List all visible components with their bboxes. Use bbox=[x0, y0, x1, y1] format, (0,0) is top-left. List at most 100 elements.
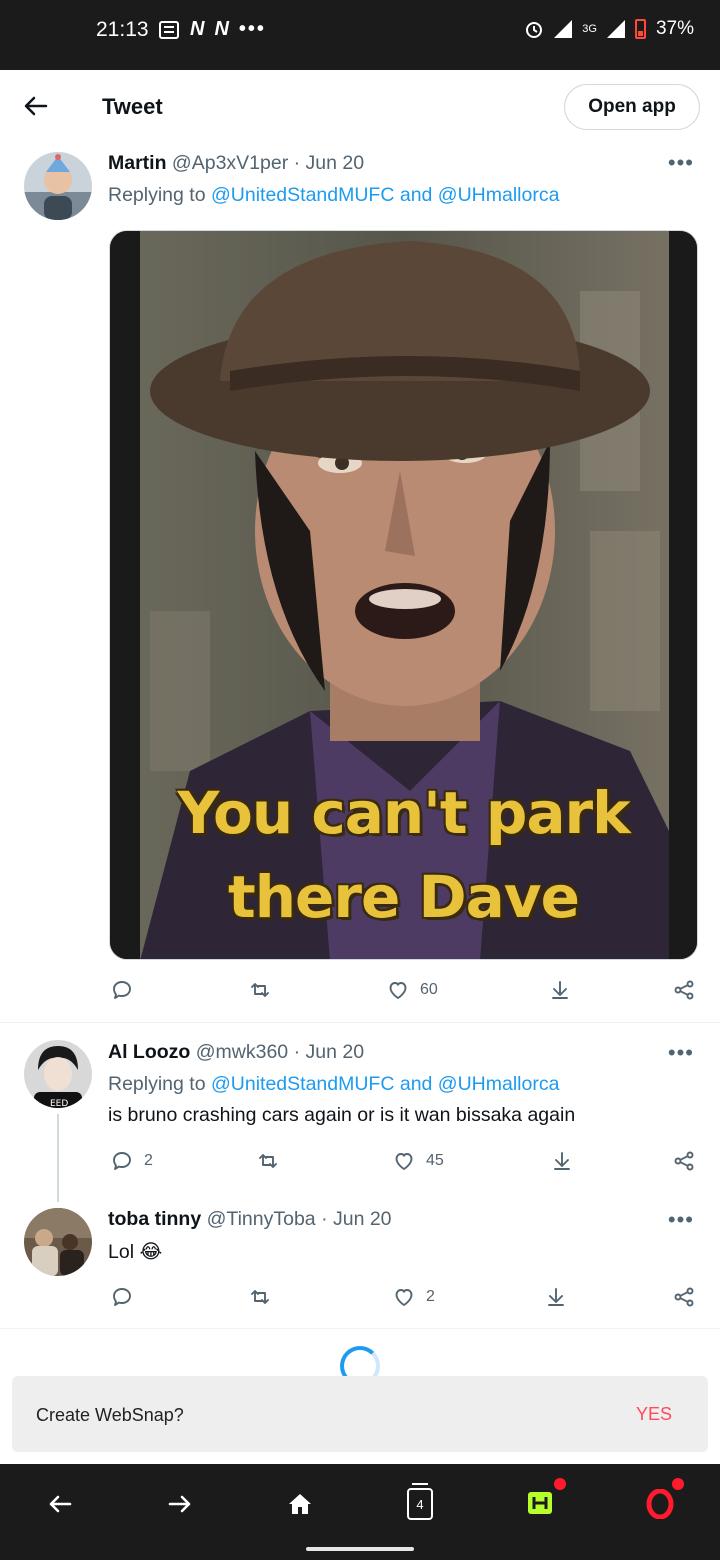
notification-dot bbox=[554, 1478, 566, 1490]
tweet-actions: 2 bbox=[108, 1285, 698, 1315]
notification-dot bbox=[672, 1478, 684, 1490]
tweet-header: Al Loozo @mwk360 · Jun 20 bbox=[108, 1041, 364, 1064]
download-icon bbox=[552, 981, 568, 999]
handle[interactable]: @Ap3xV1per bbox=[172, 152, 288, 174]
nav-home-icon[interactable] bbox=[278, 1482, 322, 1526]
download-button[interactable] bbox=[548, 978, 572, 1002]
tweet-actions: 2 45 bbox=[108, 1149, 698, 1179]
share-button[interactable] bbox=[672, 1285, 696, 1309]
like-count: 45 bbox=[426, 1152, 444, 1169]
reply-button[interactable]: 2 bbox=[110, 1149, 153, 1173]
retweet-icon bbox=[251, 1290, 269, 1304]
heart-icon bbox=[395, 1289, 413, 1306]
divider bbox=[0, 1328, 720, 1329]
websnap-yes-button[interactable]: YES bbox=[636, 1404, 672, 1425]
alarm-icon bbox=[526, 22, 543, 38]
share-icon bbox=[674, 980, 694, 1000]
like-button[interactable]: 2 bbox=[392, 1285, 435, 1309]
handle[interactable]: @mwk360 bbox=[196, 1041, 288, 1063]
share-icon bbox=[674, 1151, 694, 1171]
network-type: 3G bbox=[582, 23, 597, 35]
tweet-date[interactable]: · Jun 20 bbox=[294, 1041, 364, 1063]
page-title: Tweet bbox=[102, 94, 163, 119]
retweet-button[interactable] bbox=[248, 1285, 282, 1309]
more-options-icon[interactable]: ••• bbox=[668, 1040, 694, 1066]
download-icon bbox=[554, 1152, 570, 1170]
reply-button[interactable] bbox=[110, 978, 144, 1002]
share-button[interactable] bbox=[672, 978, 696, 1002]
like-count: 2 bbox=[426, 1288, 435, 1305]
display-name[interactable]: Martin bbox=[108, 152, 167, 174]
retweet-icon bbox=[259, 1154, 277, 1168]
tweet-date[interactable]: · Jun 20 bbox=[294, 152, 364, 174]
replying-prefix: Replying to bbox=[108, 184, 211, 206]
replying-prefix: Replying to bbox=[108, 1073, 211, 1095]
share-button[interactable] bbox=[672, 1149, 696, 1173]
avatar[interactable] bbox=[24, 1208, 92, 1276]
svg-text:EED: EED bbox=[50, 1099, 68, 1108]
n-app-icon-2: N bbox=[214, 18, 229, 40]
reply-icon bbox=[113, 1288, 131, 1306]
avatar[interactable] bbox=[24, 152, 92, 220]
websnap-banner: Create WebSnap? YES bbox=[12, 1376, 708, 1452]
status-time: 21:13 bbox=[96, 18, 149, 41]
display-name[interactable]: toba tinny bbox=[108, 1208, 201, 1230]
download-icon bbox=[548, 1288, 564, 1306]
heart-icon bbox=[395, 1153, 413, 1170]
nav-back-icon[interactable] bbox=[38, 1482, 82, 1526]
nav-forward-icon[interactable] bbox=[158, 1482, 202, 1526]
back-arrow-icon[interactable] bbox=[22, 92, 52, 122]
download-button[interactable] bbox=[550, 1149, 574, 1173]
page-header: Tweet Open app bbox=[0, 70, 720, 142]
more-dots-icon: ••• bbox=[238, 18, 266, 40]
signal-icon bbox=[554, 20, 573, 38]
handle[interactable]: @TinnyToba bbox=[207, 1208, 316, 1230]
reply-count: 2 bbox=[144, 1152, 153, 1169]
tweet-text: is bruno crashing cars again or is it wa… bbox=[108, 1104, 576, 1126]
battery-icon bbox=[634, 19, 646, 39]
heart-icon bbox=[389, 982, 407, 999]
signal-icon-2 bbox=[606, 20, 625, 38]
replying-to-link[interactable]: @UnitedStandMUFC and @UHmallorca bbox=[211, 1073, 559, 1095]
system-icons: 3G 37% bbox=[524, 18, 694, 40]
n-app-icon: N bbox=[190, 18, 205, 40]
tweet-media-gif[interactable]: You can't park there Dave bbox=[109, 230, 698, 960]
news-icon bbox=[159, 20, 179, 39]
games-icon[interactable] bbox=[518, 1478, 566, 1526]
tweet-text: Lol 😂 bbox=[108, 1241, 163, 1263]
like-button[interactable]: 45 bbox=[392, 1149, 444, 1173]
status-bar: 21:13 N N ••• 3G 37% bbox=[0, 0, 720, 70]
retweet-button[interactable] bbox=[256, 1149, 290, 1173]
replying-to: Replying to @UnitedStandMUFC and @UHmall… bbox=[108, 184, 559, 207]
replying-to: Replying to @UnitedStandMUFC and @UHmall… bbox=[108, 1073, 559, 1096]
gif-caption-line-1: You can't park bbox=[177, 779, 630, 847]
tabs-button[interactable]: 4 bbox=[398, 1482, 442, 1526]
reply-button[interactable] bbox=[110, 1285, 144, 1309]
tweet-header: toba tinny @TinnyToba · Jun 20 bbox=[108, 1208, 392, 1231]
download-button[interactable] bbox=[544, 1285, 568, 1309]
home-indicator bbox=[306, 1547, 414, 1551]
thread-line bbox=[57, 1114, 59, 1202]
websnap-prompt: Create WebSnap? bbox=[36, 1405, 184, 1425]
tweet-header: Martin @Ap3xV1per · Jun 20 bbox=[108, 152, 364, 175]
reply-icon bbox=[113, 981, 131, 999]
tweet-actions: 60 bbox=[108, 978, 698, 1008]
opera-menu-icon[interactable] bbox=[638, 1478, 684, 1526]
avatar[interactable]: EED bbox=[24, 1040, 92, 1108]
display-name[interactable]: Al Loozo bbox=[108, 1041, 190, 1063]
retweet-icon bbox=[251, 983, 269, 997]
share-icon bbox=[674, 1287, 694, 1307]
retweet-button[interactable] bbox=[248, 978, 282, 1002]
more-options-icon[interactable]: ••• bbox=[668, 1207, 694, 1233]
more-options-icon[interactable]: ••• bbox=[668, 150, 694, 176]
battery-level: 37% bbox=[655, 18, 694, 39]
notification-icons: N N ••• bbox=[158, 18, 266, 41]
tweet-date[interactable]: · Jun 20 bbox=[321, 1208, 391, 1230]
like-button[interactable]: 60 bbox=[386, 978, 438, 1002]
tab-count: 4 bbox=[407, 1483, 433, 1520]
gif-caption-line-2: there Dave bbox=[228, 863, 580, 931]
divider bbox=[0, 1022, 720, 1023]
open-app-button[interactable]: Open app bbox=[564, 84, 700, 130]
replying-to-link[interactable]: @UnitedStandMUFC and @UHmallorca bbox=[211, 184, 559, 206]
browser-bottom-nav: 4 bbox=[0, 1464, 720, 1560]
